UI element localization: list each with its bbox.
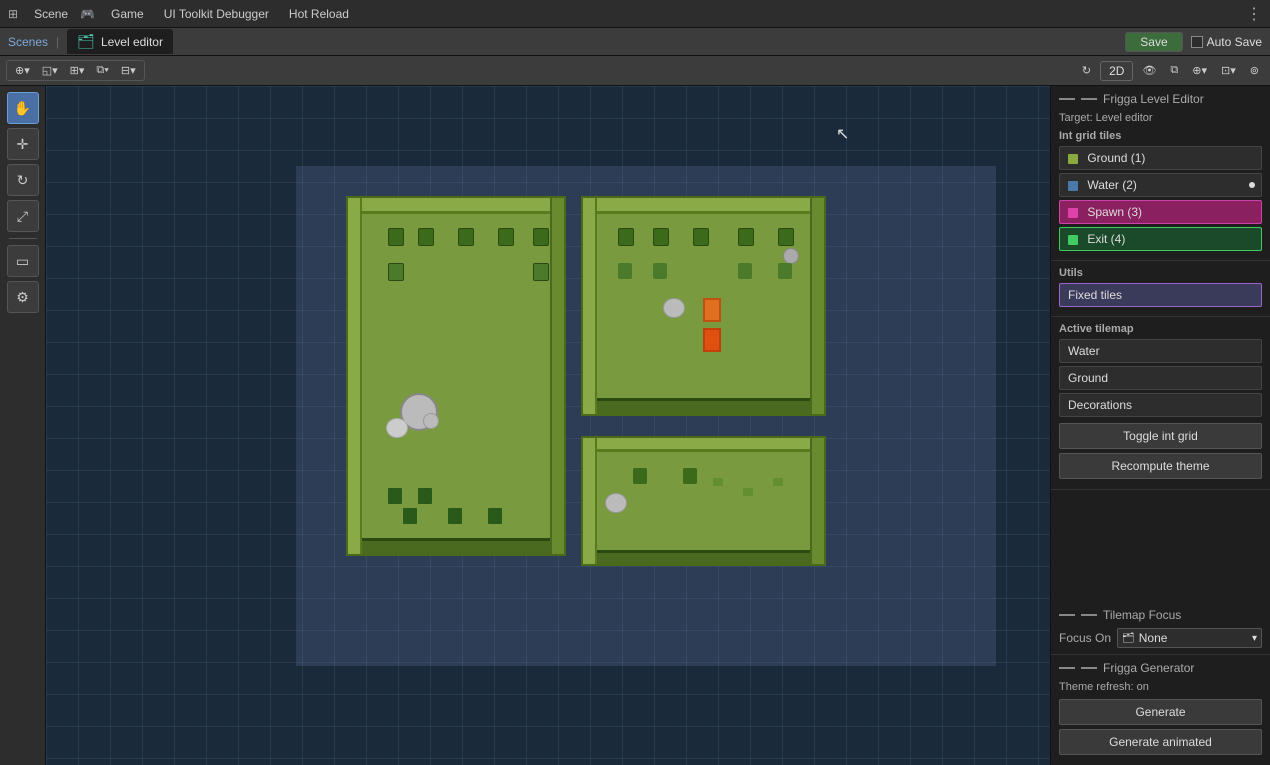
header-line bbox=[1059, 98, 1075, 100]
main-area: ✋ ✛ ↻ ⤢ ▭ ⚙ bbox=[0, 86, 1270, 765]
scene-menu-icon: ⊞ bbox=[8, 7, 18, 21]
editor-title: Frigga Level Editor bbox=[1103, 92, 1204, 106]
auto-save-checkbox[interactable] bbox=[1191, 36, 1203, 48]
gen-line-2 bbox=[1081, 667, 1097, 669]
toggle-int-grid-btn[interactable]: Toggle int grid bbox=[1059, 423, 1262, 449]
tilemap-section: Active tilemap Water Ground Decorations … bbox=[1051, 317, 1270, 490]
toolbar-btn-2[interactable]: ◱▾ bbox=[37, 62, 63, 79]
toolbar-view[interactable]: ⊡▾ bbox=[1216, 62, 1241, 79]
generate-animated-btn[interactable]: Generate animated bbox=[1059, 729, 1262, 755]
menu-game[interactable]: Game bbox=[103, 5, 152, 23]
toolbar-2d[interactable]: 2D bbox=[1100, 61, 1133, 81]
active-tab[interactable]: 🗂 Level editor bbox=[67, 29, 173, 54]
focus-value: None bbox=[1139, 631, 1168, 645]
menu-overflow[interactable]: ⋮ bbox=[1246, 4, 1262, 24]
spacer bbox=[1051, 490, 1270, 602]
tool-settings[interactable]: ⚙ bbox=[7, 281, 39, 313]
utils-section: Utils Fixed tiles bbox=[1051, 261, 1270, 317]
room-1[interactable] bbox=[346, 196, 566, 556]
tab-label: Level editor bbox=[101, 35, 163, 49]
water-color bbox=[1068, 181, 1078, 191]
toolbar-layers[interactable]: ⧉ bbox=[1165, 62, 1183, 79]
game-menu-icon: 🎮 bbox=[80, 7, 95, 21]
focus-on-label: Focus On bbox=[1059, 631, 1111, 645]
focus-icon: 🗂 bbox=[1122, 633, 1135, 644]
tilemap-decorations[interactable]: Decorations bbox=[1059, 393, 1262, 417]
tile-spawn[interactable]: Spawn (3) bbox=[1059, 200, 1262, 224]
focus-section: Tilemap Focus Focus On 🗂 None ▾ bbox=[1051, 602, 1270, 655]
auto-save-label: Auto Save bbox=[1207, 35, 1262, 49]
toolbar-btn-4[interactable]: ⧉▾ bbox=[91, 62, 113, 79]
auto-save-area: Auto Save bbox=[1191, 35, 1262, 49]
generator-section: Frigga Generator Theme refresh: on Gener… bbox=[1051, 655, 1270, 765]
focus-row: Focus On 🗂 None ▾ bbox=[1059, 628, 1262, 648]
editor-header-section: Frigga Level Editor Target: Level editor… bbox=[1051, 86, 1270, 261]
focus-line bbox=[1059, 614, 1075, 616]
tile-water[interactable]: Water (2) bbox=[1059, 173, 1262, 197]
tool-rect[interactable]: ▭ bbox=[7, 245, 39, 277]
toolbar-btn-5[interactable]: ⊟▾ bbox=[116, 62, 141, 79]
focus-title: Tilemap Focus bbox=[1103, 608, 1181, 622]
generate-btn[interactable]: Generate bbox=[1059, 699, 1262, 725]
theme-refresh-text: Theme refresh: on bbox=[1059, 681, 1262, 693]
focus-chevron: ▾ bbox=[1252, 633, 1257, 644]
tilemap-ground[interactable]: Ground bbox=[1059, 366, 1262, 390]
menu-scene[interactable]: Scene bbox=[26, 5, 76, 23]
utils-label: Utils bbox=[1059, 267, 1262, 279]
tab-bar: Scenes | 🗂 Level editor Save Auto Save bbox=[0, 28, 1270, 56]
tool-rotate[interactable]: ↻ bbox=[7, 164, 39, 196]
tile-ground-label: Ground (1) bbox=[1087, 151, 1145, 165]
toolbar-right: ↻ 2D 👁 ⧉ ⊕▾ ⊡▾ ⊚ bbox=[1077, 61, 1264, 81]
editor-header: Frigga Level Editor bbox=[1059, 92, 1262, 106]
water-dot bbox=[1249, 182, 1255, 188]
toolbar-magnet[interactable]: ⊕▾ bbox=[1187, 62, 1212, 79]
tile-water-label: Water (2) bbox=[1087, 178, 1137, 192]
toolbar-refresh[interactable]: ↻ bbox=[1077, 62, 1096, 79]
tilemap-water[interactable]: Water bbox=[1059, 339, 1262, 363]
canvas-area[interactable]: ↖ bbox=[46, 86, 1050, 765]
tool-hand[interactable]: ✋ bbox=[7, 92, 39, 124]
level-editor-icon: 🗂 bbox=[77, 33, 95, 50]
focus-dropdown[interactable]: 🗂 None ▾ bbox=[1117, 628, 1262, 648]
int-grid-label: Int grid tiles bbox=[1059, 130, 1262, 142]
tile-exit[interactable]: Exit (4) bbox=[1059, 227, 1262, 251]
target-label: Target: Level editor bbox=[1059, 112, 1262, 124]
tool-move[interactable]: ✛ bbox=[7, 128, 39, 160]
ground-color bbox=[1068, 154, 1078, 164]
tool-separator bbox=[9, 238, 37, 239]
focus-line-2 bbox=[1081, 614, 1097, 616]
room-2[interactable] bbox=[581, 196, 826, 416]
save-button[interactable]: Save bbox=[1125, 32, 1182, 52]
exit-color bbox=[1068, 235, 1078, 245]
menu-uitoolkit[interactable]: UI Toolkit Debugger bbox=[156, 5, 277, 23]
recompute-theme-btn[interactable]: Recompute theme bbox=[1059, 453, 1262, 479]
tab-separator: | bbox=[56, 35, 59, 49]
gen-line bbox=[1059, 667, 1075, 669]
focus-header: Tilemap Focus bbox=[1059, 608, 1262, 622]
left-toolbar: ✋ ✛ ↻ ⤢ ▭ ⚙ bbox=[0, 86, 46, 765]
tile-ground[interactable]: Ground (1) bbox=[1059, 146, 1262, 170]
generator-header: Frigga Generator bbox=[1059, 661, 1262, 675]
tool-scale[interactable]: ⤢ bbox=[7, 200, 39, 232]
scenes-link[interactable]: Scenes bbox=[8, 35, 48, 49]
right-panel: Frigga Level Editor Target: Level editor… bbox=[1050, 86, 1270, 765]
toolbar-group-transform: ⊕▾ ◱▾ ⊞▾ ⧉▾ ⊟▾ bbox=[6, 60, 145, 81]
menu-bar: ⊞ Scene 🎮 Game UI Toolkit Debugger Hot R… bbox=[0, 0, 1270, 28]
room-3[interactable] bbox=[581, 436, 826, 566]
fixed-tiles-btn[interactable]: Fixed tiles bbox=[1059, 283, 1262, 307]
menu-hotreload[interactable]: Hot Reload bbox=[281, 5, 357, 23]
toolbar-aspect[interactable]: ⊚ bbox=[1245, 62, 1264, 79]
spawn-color bbox=[1068, 208, 1078, 218]
toolbar-btn-3[interactable]: ⊞▾ bbox=[65, 62, 90, 79]
generator-title: Frigga Generator bbox=[1103, 661, 1194, 675]
tile-spawn-label: Spawn (3) bbox=[1087, 205, 1142, 219]
tile-exit-label: Exit (4) bbox=[1087, 232, 1125, 246]
active-tilemap-label: Active tilemap bbox=[1059, 323, 1262, 335]
toolbar: ⊕▾ ◱▾ ⊞▾ ⧉▾ ⊟▾ ↻ 2D 👁 ⧉ ⊕▾ ⊡▾ ⊚ bbox=[0, 56, 1270, 86]
toolbar-btn-1[interactable]: ⊕▾ bbox=[10, 62, 35, 79]
header-line-2 bbox=[1081, 98, 1097, 100]
toolbar-eye[interactable]: 👁 bbox=[1137, 62, 1161, 79]
